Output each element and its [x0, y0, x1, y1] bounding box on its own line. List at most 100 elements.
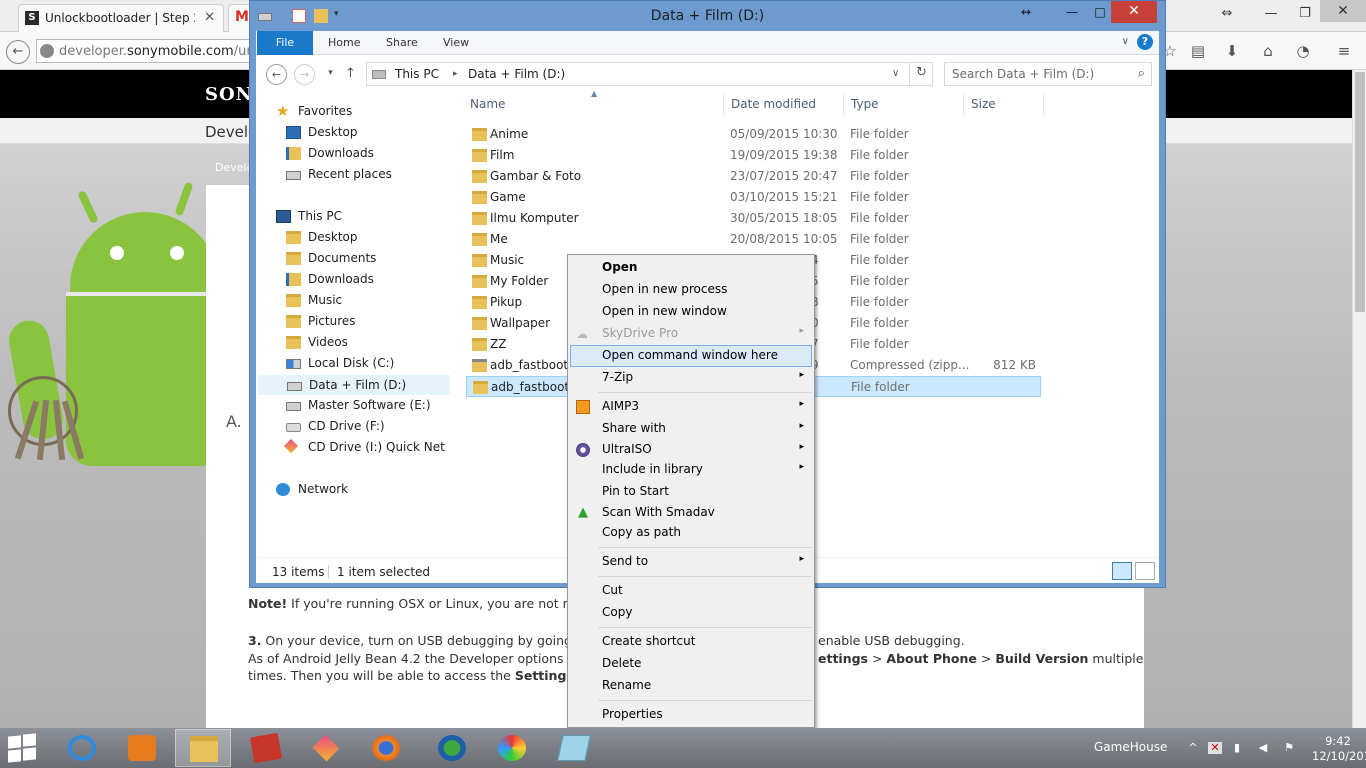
- tray-gamehouse[interactable]: GameHouse: [1094, 740, 1167, 754]
- menu-item-copy[interactable]: Copy: [570, 602, 812, 624]
- system-clock[interactable]: 9:42 12/10/2015: [1312, 734, 1366, 764]
- menu-item-open-new-window[interactable]: Open in new window: [570, 301, 812, 323]
- crumb-this-pc[interactable]: This PC: [395, 67, 439, 81]
- column-header-type[interactable]: Type: [851, 97, 879, 111]
- menu-item-skydrive-pro[interactable]: ☁ SkyDrive Pro ▸: [570, 323, 812, 345]
- taskbar-media-player[interactable]: [114, 729, 170, 767]
- nav-fav-downloads[interactable]: Downloads: [286, 144, 446, 164]
- taskbar-notes[interactable]: [546, 729, 602, 767]
- taskbar-ebook-reader[interactable]: [238, 729, 294, 767]
- file-row[interactable]: Me 20/08/2015 10:05 File folder: [466, 229, 1041, 250]
- tab-view[interactable]: View: [443, 36, 469, 49]
- scrollbar-thumb[interactable]: [1355, 72, 1365, 312]
- taskbar-firefox[interactable]: [358, 729, 414, 767]
- search-icon[interactable]: ⌕: [1138, 66, 1145, 81]
- taskbar-quick-net[interactable]: [298, 729, 354, 767]
- nav-this-pc[interactable]: This PC: [276, 207, 446, 227]
- menu-item-send-to[interactable]: Send to ▸: [570, 551, 812, 573]
- crumb-location[interactable]: Data + Film (D:): [468, 67, 565, 81]
- nav-music[interactable]: Music: [286, 291, 446, 311]
- network-signal-icon[interactable]: ▮: [1230, 742, 1244, 754]
- menu-item-share-with[interactable]: Share with ▸: [570, 418, 812, 440]
- nav-pictures[interactable]: Pictures: [286, 312, 446, 332]
- home-icon[interactable]: ⌂: [1258, 41, 1278, 61]
- large-icons-view-icon[interactable]: [1135, 562, 1155, 580]
- nav-local-disk-c[interactable]: Local Disk (C:): [286, 354, 446, 374]
- column-header-size[interactable]: Size: [971, 97, 996, 111]
- browser-tab-sony[interactable]: S Unlockbootloader | Step 2 ... ✕: [18, 4, 224, 32]
- menu-item-create-shortcut[interactable]: Create shortcut: [570, 631, 812, 653]
- menu-item-copy-as-path[interactable]: Copy as path: [570, 522, 812, 544]
- column-divider[interactable]: [963, 94, 964, 116]
- resize-icon[interactable]: ↔: [1012, 3, 1040, 23]
- minimize-icon[interactable]: —: [1254, 2, 1288, 26]
- menu-item-7zip[interactable]: 7-Zip ▸: [570, 367, 812, 389]
- browser-close-button[interactable]: ✕: [1320, 0, 1366, 22]
- back-icon[interactable]: ←: [6, 40, 30, 64]
- column-header-name[interactable]: Name: [470, 97, 505, 111]
- menu-item-delete[interactable]: Delete: [570, 653, 812, 675]
- start-button[interactable]: [8, 733, 38, 763]
- breadcrumb[interactable]: Develo: [215, 161, 253, 174]
- details-view-icon[interactable]: [1112, 562, 1132, 580]
- page-scrollbar[interactable]: [1352, 70, 1366, 728]
- nav-documents[interactable]: Documents: [286, 249, 446, 269]
- file-row[interactable]: Anime 05/09/2015 10:30 File folder: [466, 124, 1041, 145]
- expand-ribbon-icon[interactable]: ∨: [1122, 36, 1129, 47]
- menu-item-open-command-window[interactable]: Open command window here: [570, 345, 812, 367]
- back-icon[interactable]: ←: [266, 64, 287, 85]
- menu-icon[interactable]: ≡: [1334, 41, 1354, 61]
- maximize-icon[interactable]: □: [1086, 3, 1114, 23]
- taskbar-internet-explorer[interactable]: [54, 729, 110, 767]
- column-divider[interactable]: [843, 94, 844, 116]
- nav-network[interactable]: Network: [276, 480, 446, 500]
- nav-data-film-d[interactable]: Data + Film (D:): [258, 375, 450, 395]
- nav-fav-recent[interactable]: Recent places: [286, 165, 446, 185]
- show-hidden-icons-icon[interactable]: ^: [1186, 742, 1200, 754]
- file-row[interactable]: Film 19/09/2015 19:38 File folder: [466, 145, 1041, 166]
- reading-list-icon[interactable]: ▤: [1188, 41, 1208, 61]
- download-icon[interactable]: ⬇: [1222, 41, 1242, 61]
- volume-icon[interactable]: ◀: [1256, 742, 1270, 754]
- url-bar[interactable]: developer.sonymobile.com/unlockb: [36, 39, 289, 63]
- nav-desktop[interactable]: Desktop: [286, 228, 446, 248]
- history-icon[interactable]: ◔: [1293, 41, 1313, 61]
- menu-item-pin-to-start[interactable]: Pin to Start: [570, 481, 812, 503]
- nav-master-software-e[interactable]: Master Software (E:): [286, 396, 446, 416]
- column-divider[interactable]: [1043, 94, 1044, 116]
- taskbar-file-explorer[interactable]: [175, 729, 231, 767]
- nav-favorites[interactable]: ★ Favorites: [276, 102, 446, 122]
- address-bar[interactable]: This PC ▸ Data + Film (D:) ∨: [366, 62, 933, 86]
- menu-item-aimp3[interactable]: AIMP3 ▸: [570, 396, 812, 418]
- tab-share[interactable]: Share: [386, 36, 418, 49]
- restore-icon[interactable]: ❐: [1288, 2, 1322, 26]
- explorer-titlebar[interactable]: ▾ Data + Film (D:) ↔ — □ ✕: [250, 1, 1165, 31]
- file-row[interactable]: Game 03/10/2015 15:21 File folder: [466, 187, 1041, 208]
- recent-locations-icon[interactable]: ▾: [320, 64, 341, 85]
- column-divider[interactable]: [723, 94, 724, 116]
- menu-item-rename[interactable]: Rename: [570, 675, 812, 697]
- nav-cd-drive-i[interactable]: CD Drive (I:) Quick Net: [283, 438, 452, 458]
- file-row[interactable]: Ilmu Komputer 30/05/2015 18:05 File folder: [466, 208, 1041, 229]
- menu-item-scan-smadav[interactable]: ▲ Scan With Smadav: [570, 502, 812, 524]
- resize-icon[interactable]: ⇔: [1210, 2, 1244, 26]
- menu-item-ultraiso[interactable]: UltraISO ▸: [570, 439, 812, 461]
- minimize-icon[interactable]: —: [1058, 3, 1086, 23]
- help-icon[interactable]: ?: [1137, 34, 1153, 50]
- menu-item-properties[interactable]: Properties: [570, 704, 812, 726]
- flag-icon[interactable]: ⚑: [1282, 742, 1296, 754]
- nav-videos[interactable]: Videos: [286, 333, 446, 353]
- tab-home[interactable]: Home: [328, 36, 360, 49]
- nav-downloads[interactable]: Downloads: [286, 270, 446, 290]
- nav-fav-desktop[interactable]: Desktop: [286, 123, 446, 143]
- taskbar-download-manager[interactable]: [424, 729, 480, 767]
- close-button[interactable]: ✕: [1111, 1, 1157, 23]
- tab-file[interactable]: File: [257, 31, 313, 55]
- menu-item-open[interactable]: Open: [570, 257, 812, 279]
- menu-item-open-new-process[interactable]: Open in new process: [570, 279, 812, 301]
- nav-cd-drive-f[interactable]: CD Drive (F:): [286, 417, 446, 437]
- close-tab-icon[interactable]: ✕: [204, 10, 215, 25]
- taskbar-paint[interactable]: [484, 729, 540, 767]
- forward-icon[interactable]: →: [294, 64, 315, 85]
- search-input[interactable]: Search Data + Film (D:) ⌕: [944, 62, 1152, 86]
